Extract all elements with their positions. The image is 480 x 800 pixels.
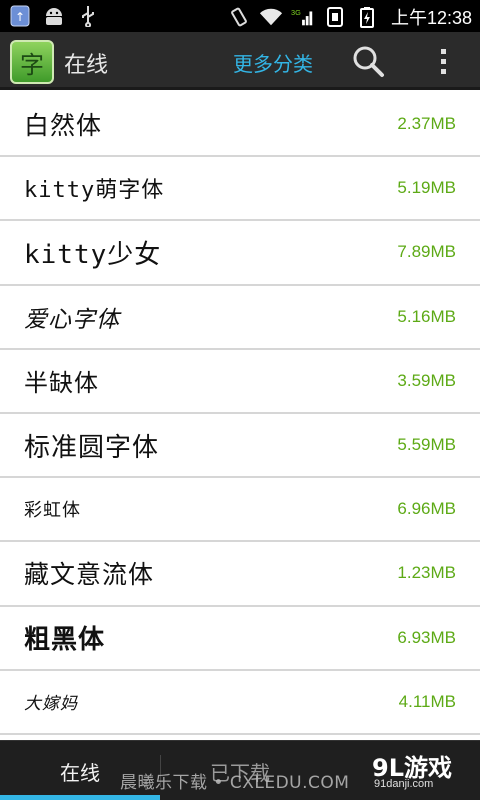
font-name: 半缺体	[24, 369, 99, 398]
list-item[interactable]: 半缺体 3.59MB	[0, 350, 480, 414]
font-size-label: 6.96MB	[397, 499, 456, 519]
status-left-icons: ↑	[8, 4, 100, 28]
list-item[interactable]: 藏文意流体 1.23MB	[0, 542, 480, 607]
font-name: 粗黑体	[24, 625, 106, 656]
list-item[interactable]: 爱心字体 5.16MB	[0, 286, 480, 350]
font-size-label: 2.37MB	[397, 114, 456, 134]
wifi-icon	[259, 5, 283, 29]
tab-label: 在线	[60, 760, 100, 785]
list-item[interactable]: kitty萌字体 5.19MB	[0, 157, 480, 222]
status-right-icons: 3G 上午12:38	[227, 4, 472, 30]
more-categories-button[interactable]: 更多分类	[233, 48, 313, 77]
list-item[interactable]: 彩虹体 6.96MB	[0, 478, 480, 543]
app-logo-icon[interactable]: 字	[10, 40, 54, 84]
list-item[interactable]: 大嫁妈 4.11MB	[0, 671, 480, 735]
search-icon[interactable]	[350, 44, 386, 80]
active-tab-indicator	[0, 795, 160, 800]
font-size-label: 7.89MB	[397, 242, 456, 262]
font-list[interactable]: 白然体 2.37MB kitty萌字体 5.19MB kitty少女 7.89M…	[0, 93, 480, 740]
list-item[interactable]: 白然体 2.37MB	[0, 93, 480, 158]
font-size-label: 4.11MB	[398, 691, 456, 711]
action-bar: 字 在线 更多分类	[0, 32, 480, 90]
vibrate-icon	[227, 5, 251, 29]
battery-icon	[355, 5, 379, 29]
notification-app-icon: ↑	[8, 4, 32, 28]
svg-text:3G: 3G	[291, 8, 301, 17]
sim-icon	[323, 5, 347, 29]
font-name: 彩虹体	[24, 500, 81, 522]
font-size-label: 5.59MB	[397, 435, 456, 455]
font-name: 藏文意流体	[24, 560, 155, 590]
status-time: 上午12:38	[390, 8, 472, 28]
font-name: 标准圆字体	[24, 431, 160, 462]
usb-icon	[76, 4, 100, 28]
list-item[interactable]: kitty少女 7.89MB	[0, 221, 480, 286]
android-icon	[42, 4, 66, 28]
font-size-label: 5.19MB	[397, 178, 456, 198]
watermark-text: 晨曦乐下载 • CXLEDU.COM	[120, 773, 350, 793]
font-size-label: 5.16MB	[397, 306, 456, 326]
font-name: 爱心字体	[24, 306, 120, 333]
font-name: 白然体	[24, 111, 103, 141]
font-size-label: 3.59MB	[397, 370, 456, 390]
font-name: kitty少女	[24, 239, 162, 270]
font-name: 大嫁妈	[24, 694, 78, 715]
font-size-label: 6.93MB	[397, 627, 456, 647]
list-item[interactable]: 标准圆字体 5.59MB	[0, 414, 480, 479]
svg-text:↑: ↑	[15, 10, 25, 24]
list-item[interactable]: 粗黑体 6.93MB	[0, 607, 480, 671]
brand-logo: 9L游戏 91danji.com	[372, 748, 472, 796]
status-bar: ↑ 3G 上午12:38	[0, 0, 480, 32]
page-title: 在线	[64, 53, 109, 78]
signal-3g-icon: 3G	[291, 5, 315, 29]
brand-url: 91danji.com	[374, 778, 434, 790]
font-name: kitty萌字体	[24, 178, 165, 204]
overflow-menu-icon[interactable]	[430, 46, 458, 78]
font-size-label: 1.23MB	[397, 563, 456, 583]
